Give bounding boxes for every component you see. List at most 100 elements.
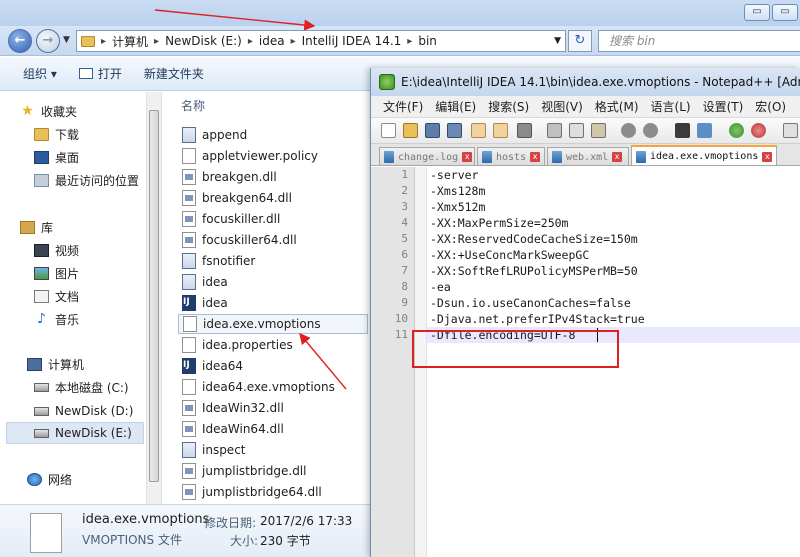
menu-settings[interactable]: 设置(T): [703, 98, 744, 115]
chevron-right-icon[interactable]: ▸: [291, 36, 296, 47]
recent-pages-dropdown[interactable]: ▼: [63, 35, 70, 45]
tab-hosts[interactable]: hosts x: [477, 147, 545, 165]
chevron-right-icon[interactable]: ▸: [101, 36, 106, 47]
code-line: -server: [430, 168, 479, 182]
find-icon[interactable]: [675, 123, 690, 138]
file-row[interactable]: breakgen.dll: [178, 167, 368, 187]
details-size-value: 230 字节: [260, 534, 311, 548]
dll-file-icon: [182, 400, 196, 416]
tab-idea-exe-vmoptions[interactable]: idea.exe.vmoptions x: [631, 145, 777, 165]
file-row[interactable]: idea64: [178, 356, 368, 376]
replace-icon[interactable]: [697, 123, 712, 138]
menu-search[interactable]: 搜索(S): [488, 98, 529, 115]
file-row[interactable]: idea64.exe.vmoptions: [178, 377, 368, 397]
line-number: 3: [401, 200, 408, 213]
breadcrumb-computer[interactable]: 计算机: [112, 33, 148, 50]
scrollbar-thumb[interactable]: [149, 110, 159, 482]
window-title: E:\idea\IntelliJ IDEA 14.1\bin\idea.exe.…: [401, 75, 800, 89]
nav-desktop[interactable]: 桌面: [34, 146, 146, 168]
save-all-icon[interactable]: [447, 123, 462, 138]
forward-button[interactable]: →: [36, 29, 60, 53]
file-row[interactable]: idea: [178, 272, 368, 292]
save-icon[interactable]: [425, 123, 440, 138]
chevron-right-icon[interactable]: ▸: [154, 36, 159, 47]
breadcrumb-newdisk[interactable]: NewDisk (E:): [165, 34, 242, 48]
file-row[interactable]: append: [178, 125, 368, 145]
file-row[interactable]: IdeaWin64.dll: [178, 419, 368, 439]
file-row[interactable]: appletviewer.policy: [178, 146, 368, 166]
file-name: focuskiller.dll: [202, 212, 281, 226]
address-input[interactable]: ▸ 计算机 ▸ NewDisk (E:) ▸ idea ▸ IntelliJ I…: [76, 30, 566, 52]
menu-file[interactable]: 文件(F): [383, 98, 423, 115]
breadcrumb-bin[interactable]: bin: [418, 34, 437, 48]
nav-newdisk-d[interactable]: NewDisk (D:): [34, 400, 146, 422]
chevron-down-icon[interactable]: ▼: [554, 36, 561, 46]
nav-local-disk-c[interactable]: 本地磁盘 (C:): [34, 376, 146, 398]
menu-language[interactable]: 语言(L): [651, 98, 691, 115]
drive-icon: [34, 382, 49, 392]
file-row[interactable]: idea.exe.vmoptions: [178, 314, 368, 334]
menu-edit[interactable]: 编辑(E): [435, 98, 476, 115]
zoom-in-icon[interactable]: [729, 123, 744, 138]
maximize-button[interactable]: ▭: [772, 4, 798, 21]
new-file-icon[interactable]: [381, 123, 396, 138]
close-icon[interactable]: x: [462, 152, 473, 162]
nav-scrollbar[interactable]: [146, 92, 161, 504]
dll-file-icon: [182, 463, 196, 479]
close-icon[interactable]: x: [762, 151, 773, 162]
file-row[interactable]: IdeaWin32.dll: [178, 398, 368, 418]
breadcrumb-intellij[interactable]: IntelliJ IDEA 14.1: [302, 34, 402, 48]
menu-view[interactable]: 视图(V): [541, 98, 583, 115]
nav-newdisk-e[interactable]: NewDisk (E:): [6, 422, 144, 444]
cut-icon[interactable]: [547, 123, 562, 138]
back-button[interactable]: ←: [8, 29, 32, 53]
close-all-icon[interactable]: [493, 123, 508, 138]
chevron-right-icon[interactable]: ▸: [248, 36, 253, 47]
breadcrumb-idea[interactable]: idea: [259, 34, 285, 48]
search-input[interactable]: 搜索 bin: [598, 30, 800, 52]
file-icon: [552, 151, 562, 163]
file-row[interactable]: breakgen64.dll: [178, 188, 368, 208]
close-file-icon[interactable]: [471, 123, 486, 138]
nav-downloads[interactable]: 下载: [34, 123, 146, 145]
tab-change-log[interactable]: change.log x: [379, 147, 475, 165]
tab-label: change.log: [398, 151, 459, 163]
nav-documents[interactable]: 文档: [34, 285, 146, 307]
copy-icon[interactable]: [569, 123, 584, 138]
minimize-button[interactable]: ▭: [744, 4, 770, 21]
open-button[interactable]: 打开: [78, 65, 122, 82]
file-row[interactable]: idea: [178, 293, 368, 313]
close-icon[interactable]: x: [612, 152, 623, 162]
nav-pictures[interactable]: 图片: [34, 262, 146, 284]
nav-computer[interactable]: 计算机: [27, 353, 146, 375]
redo-icon[interactable]: [643, 123, 658, 138]
refresh-button[interactable]: ↻: [568, 30, 592, 52]
nav-network[interactable]: 网络: [27, 468, 146, 490]
print-icon[interactable]: [517, 123, 532, 138]
file-row[interactable]: idea.properties: [178, 335, 368, 355]
new-folder-button[interactable]: 新建文件夹: [144, 65, 204, 82]
tab-web-xml[interactable]: web.xml x: [547, 147, 629, 165]
nav-recent[interactable]: 最近访问的位置: [34, 169, 146, 191]
file-row[interactable]: inspect: [178, 440, 368, 460]
organize-button[interactable]: 组织 ▾: [23, 65, 57, 82]
nav-videos[interactable]: 视频: [34, 239, 146, 261]
file-row[interactable]: jumplistbridge.dll: [178, 461, 368, 481]
close-icon[interactable]: x: [530, 152, 541, 162]
nav-music[interactable]: ♪ 音乐: [34, 308, 146, 330]
chevron-right-icon[interactable]: ▸: [407, 36, 412, 47]
menu-format[interactable]: 格式(M): [595, 98, 639, 115]
nav-favorites[interactable]: ★ 收藏夹: [20, 100, 146, 122]
file-row[interactable]: focuskiller.dll: [178, 209, 368, 229]
zoom-out-icon[interactable]: [751, 123, 766, 138]
paste-icon[interactable]: [591, 123, 606, 138]
file-row[interactable]: focuskiller64.dll: [178, 230, 368, 250]
open-file-icon[interactable]: [403, 123, 418, 138]
nav-libraries[interactable]: 库: [20, 216, 146, 238]
sync-scroll-icon[interactable]: [783, 123, 798, 138]
column-header-name[interactable]: 名称: [181, 97, 205, 114]
file-row[interactable]: fsnotifier: [178, 251, 368, 271]
undo-icon[interactable]: [621, 123, 636, 138]
menu-macro[interactable]: 宏(O): [755, 98, 786, 115]
file-row[interactable]: jumplistbridge64.dll: [178, 482, 368, 502]
